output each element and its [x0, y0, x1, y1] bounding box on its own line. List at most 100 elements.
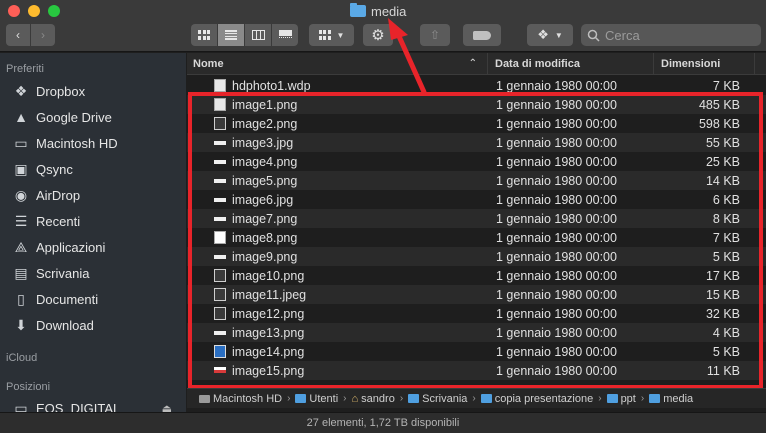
group-by-icon — [318, 30, 331, 40]
image-file-icon — [214, 345, 226, 358]
path-crumb[interactable]: ⌂ sandro — [352, 393, 395, 405]
group-by-button[interactable]: ▼ — [309, 24, 354, 46]
column-header-size[interactable]: Dimensioni — [655, 53, 755, 75]
dropbox-icon: ❖ — [537, 27, 549, 42]
list-view-icon — [225, 30, 237, 40]
table-row[interactable]: image7.png 1 gennaio 1980 00:00 8 KB — [187, 209, 766, 228]
path-crumb[interactable]: Scrivania — [408, 393, 467, 405]
sidebar-item-label: AirDrop — [36, 187, 81, 203]
table-row[interactable]: image3.jpg 1 gennaio 1980 00:00 55 KB — [187, 133, 766, 152]
action-menu-button[interactable]: ⚙ — [363, 24, 393, 46]
back-button[interactable]: ‹ — [6, 24, 30, 46]
applications-icon: ⟁ — [14, 238, 28, 255]
image-file-icon — [214, 141, 226, 145]
table-row[interactable]: image15.png 1 gennaio 1980 00:00 11 KB — [187, 361, 766, 380]
file-date: 1 gennaio 1980 00:00 — [496, 154, 617, 169]
path-crumb[interactable]: copia presentazione — [480, 392, 594, 405]
image-file-icon — [214, 288, 226, 301]
status-bar: 27 elementi, 1,72 TB disponibili — [0, 412, 766, 433]
sidebar-item-qsync[interactable]: ▣ Qsync — [12, 157, 72, 181]
file-name: image13.png — [232, 325, 305, 340]
sidebar-item-dropbox[interactable]: ❖ Dropbox — [12, 79, 85, 103]
table-row[interactable]: image12.png 1 gennaio 1980 00:00 32 KB — [187, 304, 766, 323]
sidebar-section-favorites: Preferiti — [6, 63, 44, 75]
file-size: 7 KB — [712, 230, 740, 245]
table-row[interactable]: image14.png 1 gennaio 1980 00:00 5 KB — [187, 342, 766, 361]
path-crumb[interactable]: Utenti — [295, 393, 338, 405]
path-crumb-label: Utenti — [309, 392, 339, 405]
recents-icon: ☰ — [14, 212, 28, 229]
column-header-name[interactable]: Nome ⌃ — [187, 53, 488, 75]
dropbox-menu-button[interactable]: ❖ ▼ — [527, 24, 573, 46]
file-date: 1 gennaio 1980 00:00 — [496, 344, 617, 359]
table-row[interactable]: image5.png 1 gennaio 1980 00:00 14 KB — [187, 171, 766, 190]
table-row[interactable]: image2.png 1 gennaio 1980 00:00 598 KB — [187, 114, 766, 133]
file-date: 1 gennaio 1980 00:00 — [496, 230, 617, 245]
zoom-window-button[interactable] — [48, 5, 60, 17]
file-name: image2.png — [232, 116, 298, 131]
table-row[interactable]: image8.png 1 gennaio 1980 00:00 7 KB — [187, 228, 766, 247]
sidebar-item-downloads[interactable]: ⬇ Download — [12, 313, 94, 337]
table-row[interactable]: image13.png 1 gennaio 1980 00:00 4 KB — [187, 323, 766, 342]
hard-drive-icon: ▭ — [14, 134, 28, 151]
table-row[interactable]: image10.png 1 gennaio 1980 00:00 17 KB — [187, 266, 766, 285]
path-crumb[interactable]: Macintosh HD — [199, 393, 282, 405]
image-file-icon — [214, 217, 226, 221]
close-window-button[interactable] — [8, 5, 20, 17]
folder-icon — [295, 394, 307, 403]
sort-ascending-icon: ⌃ — [468, 58, 477, 69]
column-header-row: Nome ⌃ Data di modifica Dimensioni — [187, 53, 766, 75]
column-header-kind[interactable] — [756, 53, 766, 75]
table-row[interactable]: image1.png 1 gennaio 1980 00:00 485 KB — [187, 95, 766, 114]
home-icon: ⌂ — [351, 392, 359, 405]
path-crumb-label: copia presentazione — [494, 392, 594, 405]
path-crumb-label: ppt — [620, 392, 636, 405]
search-input[interactable] — [605, 27, 755, 43]
list-view-button[interactable] — [218, 24, 244, 46]
icon-view-button[interactable] — [191, 24, 217, 46]
share-button[interactable]: ⇧ — [420, 24, 450, 46]
sidebar-item-applications[interactable]: ⟁ Applicazioni — [12, 235, 106, 259]
column-view-button[interactable] — [245, 24, 271, 46]
view-mode-switcher — [191, 24, 298, 46]
tag-icon — [473, 30, 491, 40]
minimize-window-button[interactable] — [28, 5, 40, 17]
sidebar-item-airdrop[interactable]: ◉ AirDrop — [12, 183, 80, 207]
sidebar-item-documents[interactable]: ▯ Documenti — [12, 287, 98, 311]
sidebar-item-desktop[interactable]: ▤ Scrivania — [12, 261, 89, 285]
table-row[interactable]: hdphoto1.wdp 1 gennaio 1980 00:00 7 KB — [187, 76, 766, 95]
file-name: image5.png — [232, 173, 298, 188]
file-name: hdphoto1.wdp — [232, 78, 311, 93]
image-file-icon — [214, 179, 226, 183]
path-crumb[interactable]: media — [649, 393, 693, 405]
forward-button[interactable]: › — [31, 24, 55, 46]
search-field[interactable] — [581, 24, 761, 46]
file-name: image3.jpg — [232, 135, 294, 150]
sidebar-section-locations: Posizioni — [6, 381, 51, 393]
table-row[interactable]: image6.jpg 1 gennaio 1980 00:00 6 KB — [187, 190, 766, 209]
gallery-view-button[interactable] — [272, 24, 298, 46]
sidebar: Preferiti ❖ Dropbox ▲ Google Drive ▭ Mac… — [0, 53, 186, 414]
folder-icon — [350, 3, 366, 17]
sidebar-item-google-drive[interactable]: ▲ Google Drive — [12, 105, 112, 129]
chevron-down-icon: ▼ — [554, 30, 563, 40]
file-date: 1 gennaio 1980 00:00 — [496, 287, 617, 302]
path-separator-icon: › — [399, 393, 404, 404]
table-row[interactable]: image4.png 1 gennaio 1980 00:00 25 KB — [187, 152, 766, 171]
file-date: 1 gennaio 1980 00:00 — [496, 363, 617, 378]
file-size: 11 KB — [706, 363, 740, 378]
column-view-icon — [251, 30, 265, 40]
path-crumb[interactable]: ppt — [606, 392, 636, 405]
google-drive-icon: ▲ — [14, 109, 28, 125]
sidebar-item-recents[interactable]: ☰ Recenti — [12, 209, 80, 233]
column-header-date[interactable]: Data di modifica — [489, 53, 654, 75]
image-file-icon — [214, 255, 226, 259]
image-file-icon — [214, 269, 226, 282]
edit-tags-button[interactable] — [463, 24, 501, 46]
sidebar-item-macintosh-hd[interactable]: ▭ Macintosh HD — [12, 131, 117, 155]
file-date: 1 gennaio 1980 00:00 — [496, 306, 617, 321]
file-list: Nome ⌃ Data di modifica Dimensioni hdpho… — [187, 53, 766, 387]
column-header-label: Nome — [193, 58, 224, 70]
table-row[interactable]: image9.png 1 gennaio 1980 00:00 5 KB — [187, 247, 766, 266]
table-row[interactable]: image11.jpeg 1 gennaio 1980 00:00 15 KB — [187, 285, 766, 304]
